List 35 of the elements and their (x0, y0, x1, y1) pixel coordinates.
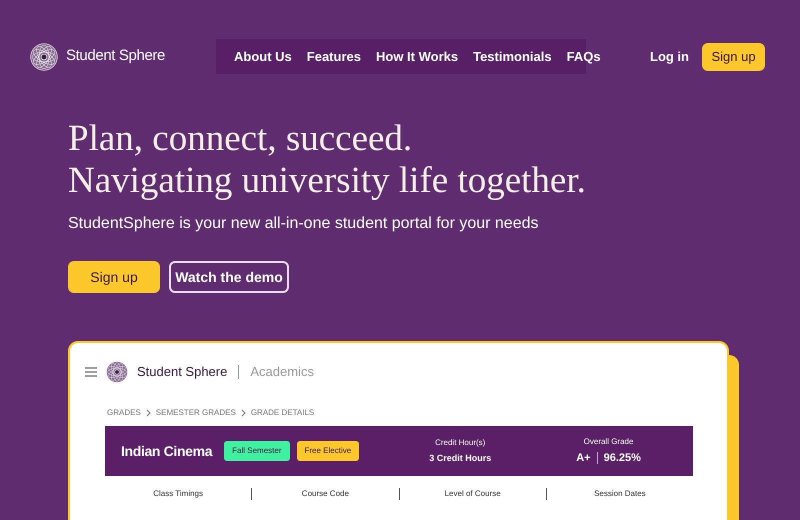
breadcrumb-link[interactable]: SEMESTER GRADES (156, 407, 236, 419)
nav-link[interactable]: About Us (234, 46, 292, 66)
column-heading: Course Code (302, 488, 349, 500)
nav-link[interactable]: How It Works (376, 46, 458, 66)
course-tag: Free Elective (296, 441, 360, 461)
nav-link[interactable]: Testimonials (473, 46, 552, 66)
grade-percent: 96.25% (604, 450, 641, 466)
nav-link[interactable]: FAQs (566, 46, 601, 66)
breadcrumb-link[interactable]: GRADES (107, 407, 141, 419)
column-heading: Level of Course (444, 488, 501, 500)
watch-demo-button[interactable]: Watch the demo (169, 261, 289, 293)
nav-link[interactable]: Features (306, 46, 361, 66)
sphere-logo-icon (106, 361, 128, 383)
section-title: Academics (250, 363, 314, 382)
brand-name[interactable]: Student Sphere (66, 45, 165, 68)
login-link[interactable]: Log in (650, 46, 689, 66)
course-title: Indian Cinema (121, 442, 212, 460)
brand-name: Student Sphere (137, 363, 228, 382)
hero-headline: Plan, connect, succeed. (68, 118, 412, 160)
signup-button[interactable]: Sign up (702, 42, 765, 70)
column-heading: Session Dates (594, 488, 646, 500)
grade-letter: A+ (576, 450, 591, 466)
hero-subtitle: StudentSphere is your new all-in-one student portal for your needs (68, 214, 538, 234)
breadcrumb-link[interactable]: GRADE DETAILS (250, 407, 314, 419)
credit-value: 3 Credit Hours (429, 452, 492, 465)
course-tag: Fall Semester (224, 441, 290, 461)
sphere-logo-icon (30, 42, 58, 70)
grade-label: Overall Grade (584, 436, 634, 448)
chevron-right-icon (240, 409, 246, 417)
credit-label: Credit Hour(s) (435, 436, 486, 449)
column-heading: Class Timings (153, 488, 204, 500)
signup-button[interactable]: Sign up (68, 261, 160, 293)
hero-headline: Navigating university life together. (68, 160, 586, 202)
chevron-right-icon (146, 409, 151, 417)
menu-icon[interactable] (85, 367, 97, 377)
